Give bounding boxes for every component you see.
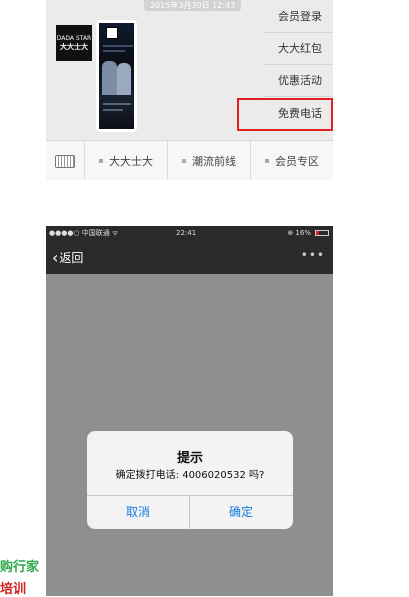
avatar-line1: DADA STAR xyxy=(56,35,92,42)
menu-tab-label: 会员专区 xyxy=(275,155,319,168)
menu-tab-trends[interactable]: 潮流前线 xyxy=(168,141,251,180)
menu-item-red-packet[interactable]: 大大红包 xyxy=(263,34,333,65)
bottom-menu-bar: 大大士大 潮流前线 会员专区 xyxy=(46,140,333,180)
menu-tab-dadashida[interactable]: 大大士大 xyxy=(85,141,168,180)
navigation-bar: ‹ 返回 ••• xyxy=(46,240,333,274)
menu-item-promotions[interactable]: 优惠活动 xyxy=(263,66,333,97)
cancel-button[interactable]: 取消 xyxy=(87,496,189,529)
highlight-annotation-box xyxy=(237,98,333,131)
image-message-bubble[interactable] xyxy=(96,20,137,132)
confirm-button[interactable]: 确定 xyxy=(190,496,292,529)
keyboard-icon xyxy=(55,154,75,168)
menu-tab-label: 潮流前线 xyxy=(192,155,236,168)
status-bar: ●●●●○ 中国联通 ᯤ 22:41 ⊕ 16% xyxy=(46,226,333,240)
back-label: 返回 xyxy=(59,251,84,265)
iphone-call-screenshot: ●●●●○ 中国联通 ᯤ 22:41 ⊕ 16% ‹ 返回 ••• 提示 确定拨… xyxy=(46,226,333,596)
poster-image xyxy=(99,23,134,129)
battery-percent: ⊕ 16% xyxy=(287,229,311,237)
submenu-indicator-icon xyxy=(182,159,186,163)
status-time: 22:41 xyxy=(176,229,197,237)
avatar-line2: 大大士大 xyxy=(60,43,88,51)
submenu-indicator-icon xyxy=(265,159,269,163)
wechat-chat-screenshot: 2015年3月30日 12:43 DADA STAR 大大士大 会员登录 大大红… xyxy=(46,0,333,180)
carrier-label: ●●●●○ 中国联通 ᯤ xyxy=(49,229,119,237)
alert-message: 确定拨打电话: 4006020532 吗? xyxy=(115,470,265,481)
cropped-logo-text: 购行家 xyxy=(0,560,40,575)
call-confirm-alert: 提示 确定拨打电话: 4006020532 吗? 取消 确定 xyxy=(87,431,293,529)
back-button[interactable]: ‹ 返回 xyxy=(52,249,83,266)
account-avatar[interactable]: DADA STAR 大大士大 xyxy=(56,25,92,61)
chevron-left-icon: ‹ xyxy=(52,247,59,267)
more-options-icon[interactable]: ••• xyxy=(301,248,325,262)
menu-tab-member-zone[interactable]: 会员专区 xyxy=(251,141,333,180)
alert-title: 提示 xyxy=(176,451,203,466)
cropped-logo-text: 培训 xyxy=(0,582,27,597)
battery-icon xyxy=(315,230,329,236)
submenu-indicator-icon xyxy=(99,159,103,163)
keyboard-toggle-button[interactable] xyxy=(46,141,85,180)
qr-code-icon xyxy=(106,27,118,39)
menu-tab-label: 大大士大 xyxy=(109,155,153,168)
menu-item-member-login[interactable]: 会员登录 xyxy=(263,2,333,33)
chat-timestamp: 2015年3月30日 12:43 xyxy=(144,0,242,11)
